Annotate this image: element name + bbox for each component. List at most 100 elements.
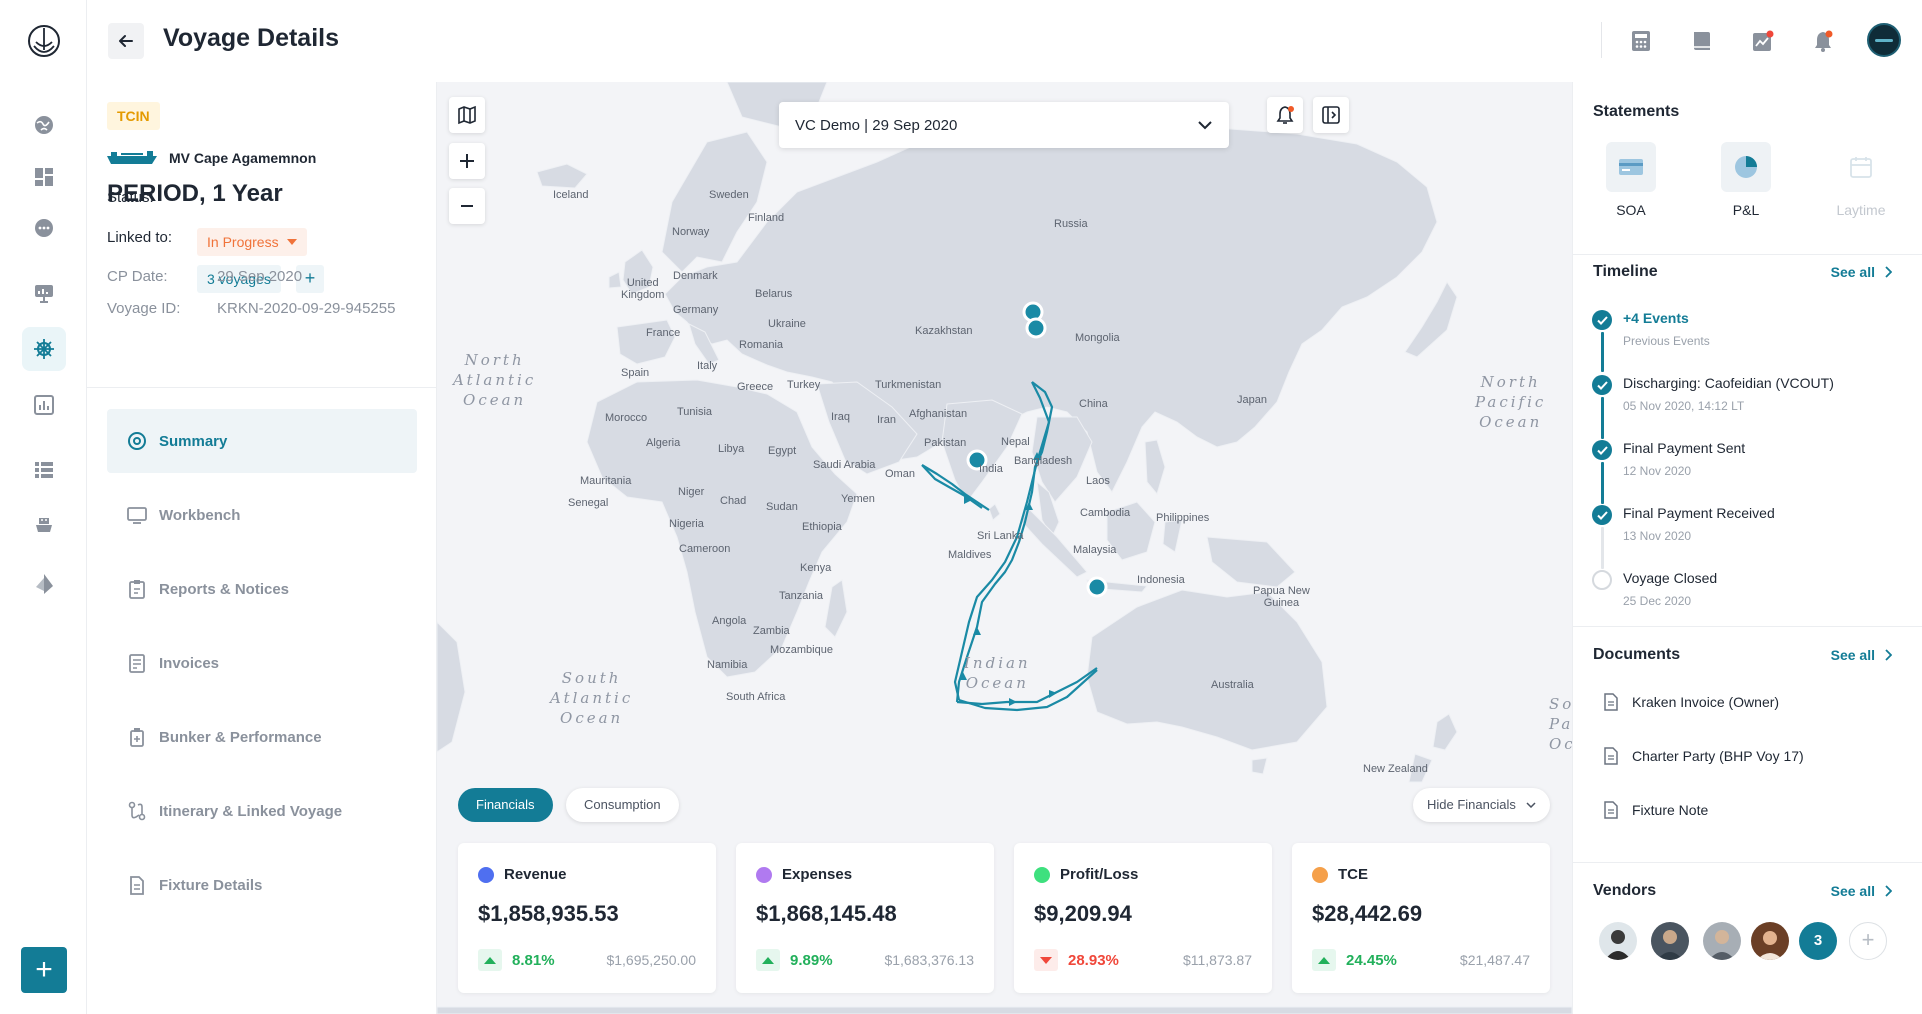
check-icon: [1592, 505, 1612, 525]
map-label-turkey: Turkey: [787, 379, 821, 391]
nav-bunker-performance[interactable]: Bunker & Performance: [107, 705, 417, 769]
card-value: $9,209.94: [1034, 901, 1132, 926]
calculator-icon[interactable]: [1628, 28, 1654, 54]
vendor-avatar[interactable]: [1651, 922, 1689, 960]
vessel-icon[interactable]: [22, 503, 66, 547]
map-label-tunisia: Tunisia: [677, 406, 713, 418]
globe-icon[interactable]: [22, 103, 66, 147]
add-vendor-button[interactable]: +: [1849, 922, 1887, 960]
map-label-china: China: [1079, 398, 1108, 410]
dashboard-icon[interactable]: [22, 155, 66, 199]
vessel-row: MV Cape Agamemnon: [107, 150, 316, 166]
analytics-icon[interactable]: [22, 383, 66, 427]
back-button[interactable]: [108, 23, 144, 59]
vessel-ship-icon: [107, 151, 157, 164]
map-label-norway: Norway: [672, 226, 710, 238]
document-item[interactable]: Fixture Note: [1604, 801, 1708, 819]
card-foot: 8.81% $1,695,250.00: [478, 949, 696, 971]
timeline-see-all-link[interactable]: See all: [1831, 264, 1892, 280]
trend-down-icon: [1034, 949, 1058, 971]
card-value: $28,442.69: [1312, 901, 1423, 926]
notification-bell-icon[interactable]: [1810, 28, 1836, 54]
page-title: Voyage Details: [163, 24, 340, 52]
section-divider: [1573, 862, 1922, 863]
list-icon[interactable]: [22, 448, 66, 492]
zoom-in-button[interactable]: [449, 143, 485, 179]
map-label-greece: Greece: [737, 381, 774, 393]
documents-see-all-link[interactable]: See all: [1831, 647, 1892, 663]
status-dropdown[interactable]: In Progress: [197, 228, 307, 256]
timeline-title: Timeline: [1593, 263, 1658, 280]
statement-soa[interactable]: SOA: [1581, 142, 1681, 218]
presentation-icon[interactable]: [22, 271, 66, 315]
user-avatar[interactable]: [1867, 23, 1901, 57]
document-item[interactable]: Charter Party (BHP Voy 17): [1604, 747, 1804, 765]
arrow-left-icon: [119, 35, 133, 47]
nav-label: Reports & Notices: [159, 580, 290, 598]
map-layers-button[interactable]: [449, 97, 485, 133]
create-button[interactable]: +: [21, 947, 67, 993]
voyage-map[interactable]: VC Demo | 29 Sep 2020 Iceland Sweden Fin…: [437, 82, 1572, 1014]
map-label-sri-lanka: Sri Lanka: [977, 530, 1024, 542]
document-item[interactable]: Kraken Invoice (Owner): [1604, 693, 1779, 711]
map-label-ukraine: Ukraine: [768, 318, 806, 330]
card-change-value: 28.93%: [1068, 951, 1119, 969]
see-all-label: See all: [1830, 647, 1875, 663]
card-head: TCE: [1312, 866, 1368, 883]
app: + Voyage Details TCIN MV Cape Agamemnon …: [0, 0, 1922, 1014]
map-label-france: France: [646, 327, 681, 339]
book-icon[interactable]: [1689, 28, 1715, 54]
statement-laytime[interactable]: Laytime: [1811, 142, 1911, 218]
app-logo-icon[interactable]: [27, 24, 61, 58]
nav-label: Summary: [159, 432, 228, 450]
map-label-saudi-arabia: Saudi Arabia: [813, 459, 876, 471]
nav-invoices[interactable]: Invoices: [107, 631, 417, 695]
nav-itinerary-linked-voyage[interactable]: Itinerary & Linked Voyage: [107, 779, 417, 843]
section-divider: [1573, 626, 1922, 627]
report-alert-icon[interactable]: [1750, 28, 1776, 54]
cp-date-label: CP Date:: [107, 268, 168, 285]
vendor-avatar[interactable]: [1703, 922, 1741, 960]
map-label-senegal: Senegal: [568, 497, 609, 509]
status-label: Status:: [107, 189, 154, 206]
toggle-panel-button[interactable]: [1313, 97, 1349, 133]
vendor-avatar[interactable]: [1751, 922, 1789, 960]
ocean-label-north-atlantic: North Atlantic Ocean: [453, 351, 537, 409]
check-icon: [1592, 310, 1612, 330]
nav-fixture-details[interactable]: Fixture Details: [107, 853, 417, 917]
map-label-algeria: Algeria: [646, 437, 681, 449]
vessel-name: MV Cape Agamemnon: [169, 150, 317, 166]
map-label-bangladesh: Bangladesh: [1014, 455, 1073, 467]
chat-icon[interactable]: [22, 206, 66, 250]
map-alerts-button[interactable]: [1267, 97, 1303, 133]
map-label-oman: Oman: [885, 468, 915, 480]
more-vendors-count[interactable]: 3: [1799, 922, 1837, 960]
timeline-event-title: Discharging: Caofeidian (VCOUT): [1623, 375, 1834, 391]
zoom-out-button[interactable]: [449, 188, 485, 224]
hide-financials-button[interactable]: Hide Financials: [1413, 788, 1550, 822]
map-label-mongolia: Mongolia: [1075, 332, 1120, 344]
nav-workbench[interactable]: Workbench: [107, 483, 417, 547]
vendors-see-all-link[interactable]: See all: [1831, 883, 1892, 899]
card-label: TCE: [1338, 866, 1368, 883]
tab-consumption[interactable]: Consumption: [566, 788, 679, 822]
map-label-indonesia: Indonesia: [1137, 574, 1185, 586]
card-foot: 28.93% $11,873.87: [1034, 949, 1252, 971]
document-icon: [130, 876, 144, 895]
voyage-selector[interactable]: VC Demo | 29 Sep 2020: [779, 102, 1229, 148]
document-name: Fixture Note: [1632, 802, 1709, 818]
ship-wheel-icon[interactable]: [22, 327, 66, 371]
map-label-sudan: Sudan: [766, 501, 798, 513]
map-label-zambia: Zambia: [753, 625, 790, 637]
vendor-avatar[interactable]: [1599, 922, 1637, 960]
statement-pnl[interactable]: P&L: [1696, 142, 1796, 218]
map-label-kazakhstan: Kazakhstan: [915, 325, 973, 337]
card-foot: 9.89% $1,683,376.13: [756, 949, 974, 971]
nav-summary[interactable]: Summary: [107, 409, 417, 473]
voyage-selector-value: VC Demo | 29 Sep 2020: [795, 116, 958, 134]
nav-reports-notices[interactable]: Reports & Notices: [107, 557, 417, 621]
map-label-malaysia: Malaysia: [1073, 544, 1117, 556]
tab-financials[interactable]: Financials: [458, 788, 553, 822]
map-label-egypt: Egypt: [768, 445, 797, 457]
sail-icon[interactable]: [22, 562, 66, 606]
